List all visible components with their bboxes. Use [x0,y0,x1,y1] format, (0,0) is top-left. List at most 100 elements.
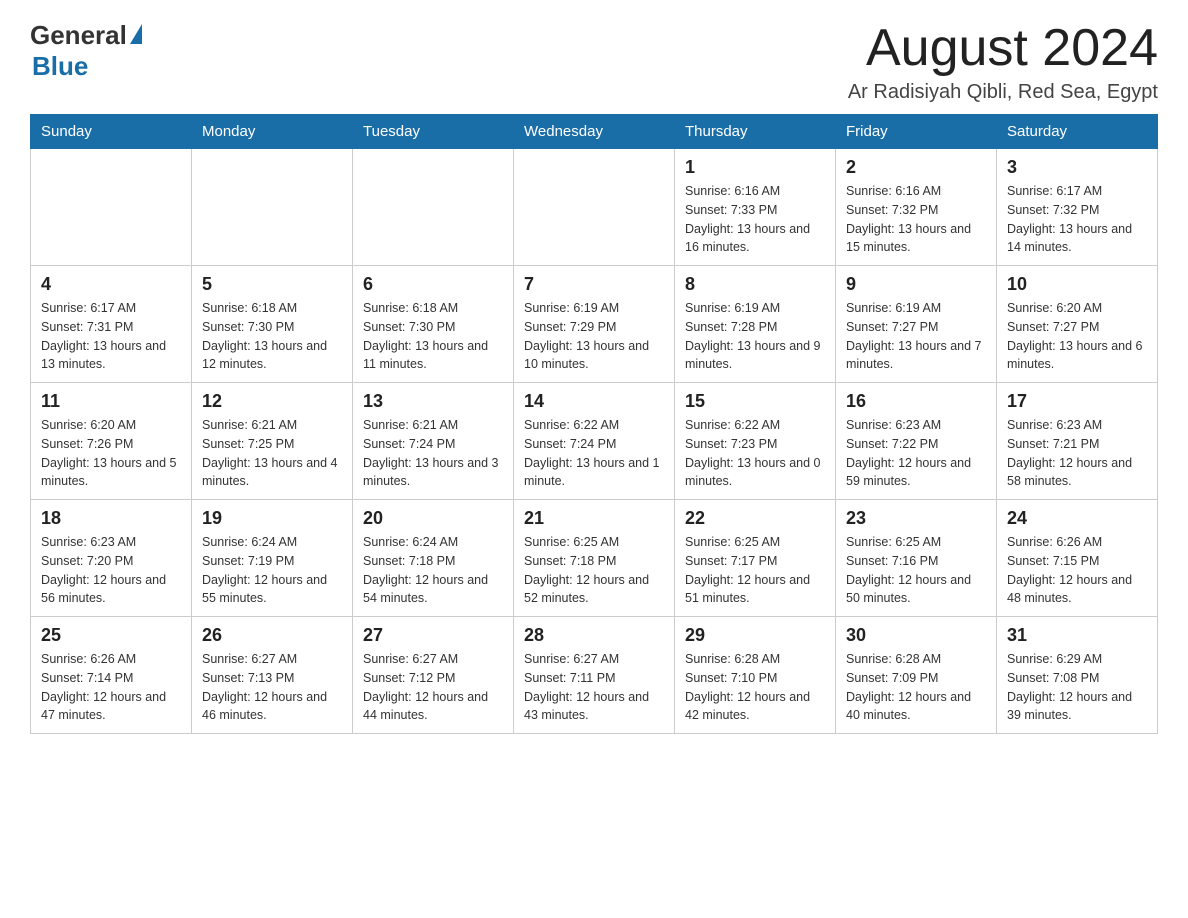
day-number: 15 [685,391,825,412]
day-info: Sunrise: 6:22 AMSunset: 7:23 PMDaylight:… [685,416,825,491]
calendar-cell-w2-d2: 5 Sunrise: 6:18 AMSunset: 7:30 PMDayligh… [192,266,353,383]
calendar-cell-w5-d4: 28 Sunrise: 6:27 AMSunset: 7:11 PMDaylig… [514,617,675,734]
col-tuesday: Tuesday [353,115,514,149]
day-number: 29 [685,625,825,646]
month-title: August 2024 [848,20,1158,77]
calendar-cell-w5-d3: 27 Sunrise: 6:27 AMSunset: 7:12 PMDaylig… [353,617,514,734]
calendar-cell-w1-d6: 2 Sunrise: 6:16 AMSunset: 7:32 PMDayligh… [836,149,997,266]
day-number: 6 [363,274,503,295]
day-info: Sunrise: 6:16 AMSunset: 7:32 PMDaylight:… [846,182,986,257]
day-info: Sunrise: 6:25 AMSunset: 7:17 PMDaylight:… [685,533,825,608]
day-info: Sunrise: 6:27 AMSunset: 7:13 PMDaylight:… [202,650,342,725]
logo-general-text: General [30,20,127,51]
day-number: 8 [685,274,825,295]
day-info: Sunrise: 6:18 AMSunset: 7:30 PMDaylight:… [202,299,342,374]
calendar-cell-w1-d3 [353,149,514,266]
calendar-cell-w3-d4: 14 Sunrise: 6:22 AMSunset: 7:24 PMDaylig… [514,383,675,500]
calendar-cell-w3-d2: 12 Sunrise: 6:21 AMSunset: 7:25 PMDaylig… [192,383,353,500]
day-number: 9 [846,274,986,295]
logo-triangle-icon [130,24,142,44]
week-row-2: 4 Sunrise: 6:17 AMSunset: 7:31 PMDayligh… [31,266,1158,383]
day-info: Sunrise: 6:27 AMSunset: 7:12 PMDaylight:… [363,650,503,725]
day-number: 20 [363,508,503,529]
calendar-cell-w5-d1: 25 Sunrise: 6:26 AMSunset: 7:14 PMDaylig… [31,617,192,734]
calendar-cell-w2-d4: 7 Sunrise: 6:19 AMSunset: 7:29 PMDayligh… [514,266,675,383]
location-subtitle: Ar Radisiyah Qibli, Red Sea, Egypt [848,81,1158,104]
day-info: Sunrise: 6:17 AMSunset: 7:31 PMDaylight:… [41,299,181,374]
calendar-cell-w1-d2 [192,149,353,266]
day-info: Sunrise: 6:19 AMSunset: 7:27 PMDaylight:… [846,299,986,374]
col-sunday: Sunday [31,115,192,149]
day-info: Sunrise: 6:22 AMSunset: 7:24 PMDaylight:… [524,416,664,491]
day-info: Sunrise: 6:24 AMSunset: 7:18 PMDaylight:… [363,533,503,608]
calendar-cell-w2-d1: 4 Sunrise: 6:17 AMSunset: 7:31 PMDayligh… [31,266,192,383]
day-number: 23 [846,508,986,529]
day-info: Sunrise: 6:25 AMSunset: 7:16 PMDaylight:… [846,533,986,608]
day-info: Sunrise: 6:29 AMSunset: 7:08 PMDaylight:… [1007,650,1147,725]
day-number: 11 [41,391,181,412]
calendar-cell-w1-d1 [31,149,192,266]
day-number: 13 [363,391,503,412]
day-number: 4 [41,274,181,295]
calendar-cell-w1-d5: 1 Sunrise: 6:16 AMSunset: 7:33 PMDayligh… [675,149,836,266]
calendar-cell-w3-d3: 13 Sunrise: 6:21 AMSunset: 7:24 PMDaylig… [353,383,514,500]
day-info: Sunrise: 6:24 AMSunset: 7:19 PMDaylight:… [202,533,342,608]
day-number: 14 [524,391,664,412]
day-info: Sunrise: 6:26 AMSunset: 7:15 PMDaylight:… [1007,533,1147,608]
col-monday: Monday [192,115,353,149]
day-number: 27 [363,625,503,646]
day-info: Sunrise: 6:26 AMSunset: 7:14 PMDaylight:… [41,650,181,725]
day-info: Sunrise: 6:20 AMSunset: 7:27 PMDaylight:… [1007,299,1147,374]
day-info: Sunrise: 6:19 AMSunset: 7:28 PMDaylight:… [685,299,825,374]
day-info: Sunrise: 6:17 AMSunset: 7:32 PMDaylight:… [1007,182,1147,257]
week-row-1: 1 Sunrise: 6:16 AMSunset: 7:33 PMDayligh… [31,149,1158,266]
calendar-cell-w3-d1: 11 Sunrise: 6:20 AMSunset: 7:26 PMDaylig… [31,383,192,500]
calendar-cell-w1-d7: 3 Sunrise: 6:17 AMSunset: 7:32 PMDayligh… [997,149,1158,266]
day-number: 26 [202,625,342,646]
day-info: Sunrise: 6:16 AMSunset: 7:33 PMDaylight:… [685,182,825,257]
day-info: Sunrise: 6:18 AMSunset: 7:30 PMDaylight:… [363,299,503,374]
calendar-cell-w5-d5: 29 Sunrise: 6:28 AMSunset: 7:10 PMDaylig… [675,617,836,734]
day-number: 24 [1007,508,1147,529]
col-wednesday: Wednesday [514,115,675,149]
day-info: Sunrise: 6:23 AMSunset: 7:20 PMDaylight:… [41,533,181,608]
calendar-cell-w4-d1: 18 Sunrise: 6:23 AMSunset: 7:20 PMDaylig… [31,500,192,617]
calendar-cell-w5-d7: 31 Sunrise: 6:29 AMSunset: 7:08 PMDaylig… [997,617,1158,734]
calendar-cell-w1-d4 [514,149,675,266]
calendar-cell-w4-d3: 20 Sunrise: 6:24 AMSunset: 7:18 PMDaylig… [353,500,514,617]
page-header: General Blue August 2024 Ar Radisiyah Qi… [30,20,1158,104]
col-thursday: Thursday [675,115,836,149]
col-friday: Friday [836,115,997,149]
calendar-table: Sunday Monday Tuesday Wednesday Thursday… [30,114,1158,734]
calendar-cell-w3-d5: 15 Sunrise: 6:22 AMSunset: 7:23 PMDaylig… [675,383,836,500]
calendar-cell-w4-d2: 19 Sunrise: 6:24 AMSunset: 7:19 PMDaylig… [192,500,353,617]
day-number: 3 [1007,157,1147,178]
day-number: 7 [524,274,664,295]
day-info: Sunrise: 6:21 AMSunset: 7:25 PMDaylight:… [202,416,342,491]
calendar-cell-w5-d2: 26 Sunrise: 6:27 AMSunset: 7:13 PMDaylig… [192,617,353,734]
day-number: 28 [524,625,664,646]
calendar-cell-w4-d7: 24 Sunrise: 6:26 AMSunset: 7:15 PMDaylig… [997,500,1158,617]
day-number: 12 [202,391,342,412]
logo: General Blue [30,20,142,82]
day-number: 19 [202,508,342,529]
day-number: 22 [685,508,825,529]
logo-blue-text: Blue [32,51,88,82]
day-number: 31 [1007,625,1147,646]
day-info: Sunrise: 6:25 AMSunset: 7:18 PMDaylight:… [524,533,664,608]
day-info: Sunrise: 6:27 AMSunset: 7:11 PMDaylight:… [524,650,664,725]
col-saturday: Saturday [997,115,1158,149]
calendar-cell-w2-d6: 9 Sunrise: 6:19 AMSunset: 7:27 PMDayligh… [836,266,997,383]
day-number: 10 [1007,274,1147,295]
day-info: Sunrise: 6:21 AMSunset: 7:24 PMDaylight:… [363,416,503,491]
day-number: 18 [41,508,181,529]
calendar-cell-w4-d5: 22 Sunrise: 6:25 AMSunset: 7:17 PMDaylig… [675,500,836,617]
week-row-4: 18 Sunrise: 6:23 AMSunset: 7:20 PMDaylig… [31,500,1158,617]
calendar-header-row: Sunday Monday Tuesday Wednesday Thursday… [31,115,1158,149]
day-number: 25 [41,625,181,646]
day-number: 17 [1007,391,1147,412]
calendar-cell-w3-d7: 17 Sunrise: 6:23 AMSunset: 7:21 PMDaylig… [997,383,1158,500]
day-info: Sunrise: 6:28 AMSunset: 7:09 PMDaylight:… [846,650,986,725]
day-info: Sunrise: 6:20 AMSunset: 7:26 PMDaylight:… [41,416,181,491]
calendar-cell-w2-d5: 8 Sunrise: 6:19 AMSunset: 7:28 PMDayligh… [675,266,836,383]
